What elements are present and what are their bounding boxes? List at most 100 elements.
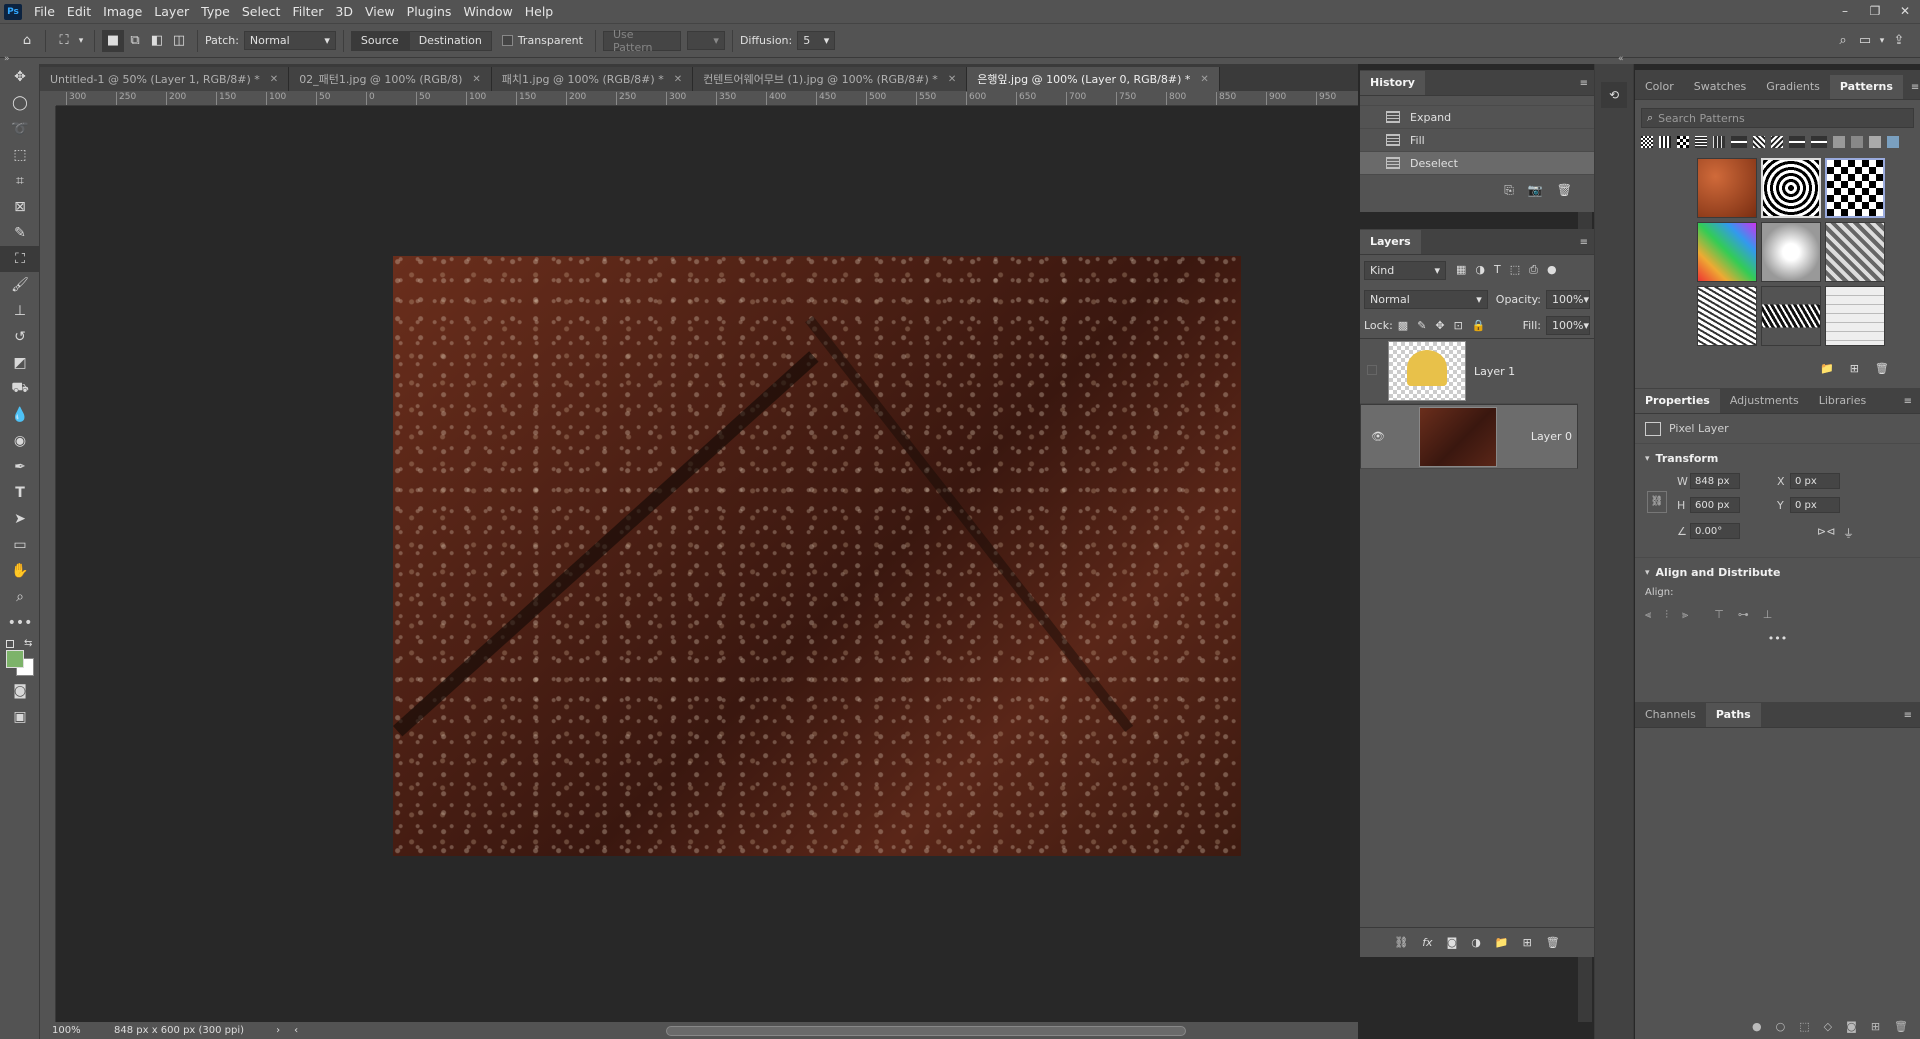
pattern-clouds[interactable]: [1761, 222, 1821, 282]
new-layer-icon[interactable]: ⊞: [1523, 936, 1532, 949]
align-left-icon[interactable]: ⫷: [1645, 608, 1651, 622]
use-pattern-button[interactable]: Use Pattern: [602, 28, 681, 54]
width-field[interactable]: 848 px: [1690, 473, 1740, 489]
history-item[interactable]: Fill: [1360, 129, 1594, 152]
align-center-icon[interactable]: ⫶: [1665, 608, 1668, 622]
adjustment-layer-icon[interactable]: ◑: [1471, 936, 1481, 949]
pattern-thumb-small[interactable]: [1851, 136, 1863, 148]
pattern-thumb-small[interactable]: [1887, 136, 1899, 148]
horizontal-scrollbar[interactable]: [290, 1026, 1330, 1036]
clone-stamp-icon[interactable]: ⊥: [0, 298, 40, 324]
pattern-thumb-small[interactable]: [1833, 136, 1845, 148]
search-icon[interactable]: ⌕: [1832, 30, 1854, 52]
shape-filter-icon[interactable]: ⬚: [1510, 263, 1520, 277]
chevron-right-icon[interactable]: ›: [276, 1025, 280, 1036]
layer-name[interactable]: Layer 1: [1474, 365, 1515, 378]
close-icon[interactable]: ✕: [472, 74, 480, 85]
foreground-color-swatch[interactable]: [6, 650, 24, 668]
close-icon[interactable]: ✕: [948, 74, 956, 85]
tab-layers[interactable]: Layers: [1360, 230, 1421, 254]
tab-patterns[interactable]: Patterns: [1829, 75, 1903, 99]
align-top-icon[interactable]: ⊤: [1714, 608, 1724, 622]
menu-help[interactable]: Help: [519, 0, 560, 23]
flip-horizontal-icon[interactable]: ⊳⊲: [1817, 525, 1835, 538]
transparent-checkbox[interactable]: [501, 35, 513, 46]
pattern-picker[interactable]: ▾: [686, 31, 725, 50]
menu-plugins[interactable]: Plugins: [401, 0, 458, 23]
lock-pixels-icon[interactable]: ✎: [1417, 319, 1426, 332]
workspace-icon[interactable]: ▭: [1854, 30, 1876, 52]
elliptical-marquee-icon[interactable]: ◯: [0, 90, 40, 116]
panel-menu-icon[interactable]: ≡: [1896, 710, 1920, 727]
chevron-down-icon[interactable]: ▾: [1876, 30, 1888, 52]
collapse-panels-icon[interactable]: «: [1618, 54, 1624, 64]
destination-button[interactable]: Destination: [408, 30, 492, 51]
history-brush-icon[interactable]: ↺: [0, 324, 40, 350]
scrollbar-thumb[interactable]: [666, 1026, 1186, 1036]
minimize-button[interactable]: –: [1830, 0, 1860, 23]
new-selection-icon[interactable]: ■: [102, 29, 124, 52]
menu-filter[interactable]: Filter: [286, 0, 329, 23]
pattern-thumb-small[interactable]: [1789, 136, 1805, 148]
patch-tool-preset-icon[interactable]: ⛶: [53, 30, 75, 52]
pattern-thumb-small[interactable]: [1731, 136, 1747, 148]
align-bottom-icon[interactable]: ⊥: [1763, 608, 1773, 622]
layer-row-1[interactable]: Layer 1: [1360, 339, 1578, 404]
path-selection-icon[interactable]: ➤: [0, 506, 40, 532]
tab-document-1[interactable]: Untitled-1 @ 50% (Layer 1, RGB/8#) * ✕: [40, 67, 290, 91]
tab-channels[interactable]: Channels: [1635, 703, 1706, 727]
eraser-icon[interactable]: ◩: [0, 350, 40, 376]
new-group-icon[interactable]: 📁: [1820, 362, 1834, 375]
pattern-thumb-small[interactable]: [1695, 136, 1707, 148]
new-group-icon[interactable]: 📁: [1495, 936, 1509, 949]
tab-properties[interactable]: Properties: [1635, 389, 1720, 413]
load-selection-icon[interactable]: ⬚: [1799, 1020, 1809, 1033]
fx-icon[interactable]: fx: [1422, 936, 1432, 949]
tab-document-2[interactable]: 02_패턴1.jpg @ 100% (RGB/8) ✕: [289, 67, 492, 91]
zoom-tool-icon[interactable]: ⌕: [0, 584, 40, 610]
eyedropper-icon[interactable]: ✎: [0, 220, 40, 246]
new-path-icon[interactable]: ⊞: [1871, 1020, 1880, 1033]
tab-color[interactable]: Color: [1635, 75, 1684, 99]
stroke-path-icon[interactable]: ○: [1776, 1020, 1786, 1033]
lasso-tool-icon[interactable]: ➰: [0, 116, 40, 142]
pattern-thumb-small[interactable]: [1811, 136, 1827, 148]
patch-mode-select[interactable]: Normal ▾: [243, 31, 336, 50]
more-tools-icon[interactable]: •••: [0, 610, 40, 636]
make-work-path-icon[interactable]: ◇: [1824, 1020, 1832, 1033]
share-icon[interactable]: ⇪: [1888, 30, 1910, 52]
pattern-thumb-small[interactable]: [1659, 136, 1671, 148]
panel-menu-icon[interactable]: ≡: [1903, 82, 1920, 99]
type-filter-icon[interactable]: T: [1494, 263, 1501, 277]
menu-edit[interactable]: Edit: [61, 0, 97, 23]
blend-mode-select[interactable]: Normal ▾: [1364, 289, 1488, 309]
rectangle-tool-icon[interactable]: ▭: [0, 532, 40, 558]
trash-icon[interactable]: 🗑: [1875, 362, 1889, 375]
trash-icon[interactable]: 🗑: [1546, 936, 1560, 949]
visibility-toggle[interactable]: [1360, 364, 1384, 378]
filter-toggle-icon[interactable]: ●: [1547, 263, 1557, 277]
adjustment-filter-icon[interactable]: ◑: [1475, 263, 1485, 277]
link-layers-icon[interactable]: ⛓: [1394, 936, 1408, 949]
close-icon[interactable]: ✕: [1200, 74, 1208, 85]
pattern-thumb-small[interactable]: [1641, 136, 1653, 148]
chevron-down-icon[interactable]: ▾: [75, 30, 87, 52]
frame-tool-icon[interactable]: ⊠: [0, 194, 40, 220]
add-mask-icon[interactable]: ◙: [1846, 1020, 1857, 1033]
layer-name[interactable]: Layer 0: [1531, 430, 1572, 443]
pattern-checker-selected[interactable]: [1825, 158, 1885, 218]
default-colors-icon[interactable]: [6, 640, 14, 648]
pattern-thumb-small[interactable]: [1677, 136, 1689, 148]
angle-field[interactable]: 0.00°: [1690, 523, 1740, 539]
document-image[interactable]: [393, 256, 1241, 856]
paint-bucket-icon[interactable]: ⛟: [0, 376, 40, 402]
menu-select[interactable]: Select: [236, 0, 287, 23]
tab-document-4[interactable]: 컨텐트어웨어무브 (1).jpg @ 100% (RGB/8#) * ✕: [693, 67, 968, 91]
close-icon[interactable]: ✕: [674, 74, 682, 85]
restore-button[interactable]: ❐: [1860, 0, 1890, 23]
new-pattern-icon[interactable]: ⊞: [1850, 362, 1859, 375]
close-icon[interactable]: ✕: [270, 74, 278, 85]
align-header[interactable]: ▾ Align and Distribute: [1645, 566, 1910, 579]
add-to-selection-icon[interactable]: ⧉: [124, 30, 146, 52]
intersect-selection-icon[interactable]: ◫: [168, 30, 190, 52]
